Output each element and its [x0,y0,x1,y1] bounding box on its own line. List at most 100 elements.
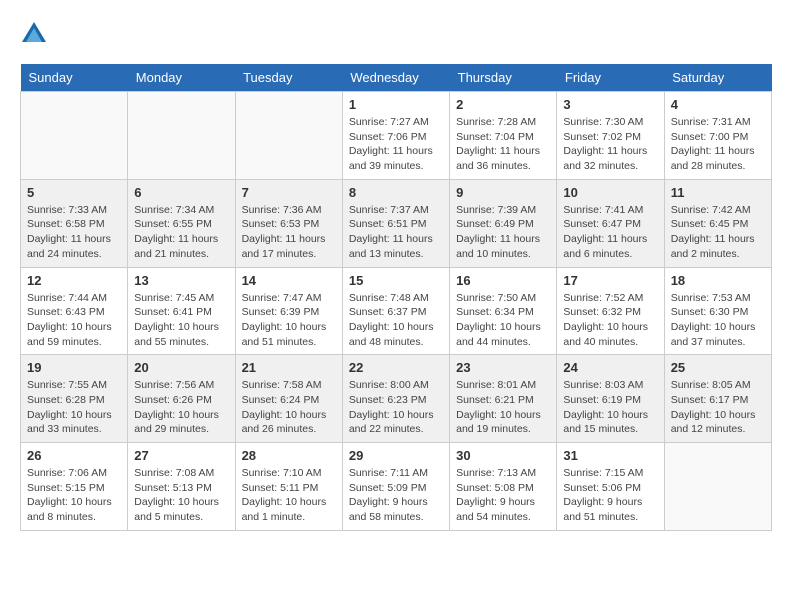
day-cell [235,92,342,180]
day-number: 28 [242,448,336,463]
day-info: Sunrise: 7:33 AM Sunset: 6:58 PM Dayligh… [27,203,121,262]
day-cell: 28 Sunrise: 7:10 AM Sunset: 5:11 PM Dayli… [235,443,342,531]
day-cell: 21 Sunrise: 7:58 AM Sunset: 6:24 PM Dayli… [235,355,342,443]
day-cell: 29 Sunrise: 7:11 AM Sunset: 5:09 PM Dayli… [342,443,449,531]
day-number: 9 [456,185,550,200]
day-number: 4 [671,97,765,112]
day-number: 23 [456,360,550,375]
day-info: Sunrise: 7:58 AM Sunset: 6:24 PM Dayligh… [242,378,336,437]
day-number: 5 [27,185,121,200]
day-number: 17 [563,273,657,288]
day-cell: 19 Sunrise: 7:55 AM Sunset: 6:28 PM Dayli… [21,355,128,443]
day-cell: 2Sunrise: 7:28 AM Sunset: 7:04 PM Daylig… [450,92,557,180]
day-info: Sunrise: 8:01 AM Sunset: 6:21 PM Dayligh… [456,378,550,437]
day-number: 25 [671,360,765,375]
day-cell: 9 Sunrise: 7:39 AM Sunset: 6:49 PM Daylig… [450,179,557,267]
day-info: Sunrise: 7:37 AM Sunset: 6:51 PM Dayligh… [349,203,443,262]
weekday-header-thursday: Thursday [450,64,557,92]
weekday-header-monday: Monday [128,64,235,92]
weekday-header-friday: Friday [557,64,664,92]
day-number: 14 [242,273,336,288]
day-info: Sunrise: 7:28 AM Sunset: 7:04 PM Dayligh… [456,115,550,174]
weekday-header-tuesday: Tuesday [235,64,342,92]
day-info: Sunrise: 7:11 AM Sunset: 5:09 PM Dayligh… [349,466,443,525]
day-cell: 24 Sunrise: 8:03 AM Sunset: 6:19 PM Dayli… [557,355,664,443]
day-info: Sunrise: 7:31 AM Sunset: 7:00 PM Dayligh… [671,115,765,174]
calendar-table: SundayMondayTuesdayWednesdayThursdayFrid… [20,64,772,531]
day-cell: 13 Sunrise: 7:45 AM Sunset: 6:41 PM Dayli… [128,267,235,355]
day-number: 8 [349,185,443,200]
day-info: Sunrise: 7:08 AM Sunset: 5:13 PM Dayligh… [134,466,228,525]
day-cell [21,92,128,180]
day-number: 12 [27,273,121,288]
day-number: 31 [563,448,657,463]
day-cell: 12 Sunrise: 7:44 AM Sunset: 6:43 PM Dayli… [21,267,128,355]
weekday-header-sunday: Sunday [21,64,128,92]
day-info: Sunrise: 7:34 AM Sunset: 6:55 PM Dayligh… [134,203,228,262]
day-number: 21 [242,360,336,375]
day-info: Sunrise: 7:30 AM Sunset: 7:02 PM Dayligh… [563,115,657,174]
day-cell: 7 Sunrise: 7:36 AM Sunset: 6:53 PM Daylig… [235,179,342,267]
day-number: 11 [671,185,765,200]
day-info: Sunrise: 7:47 AM Sunset: 6:39 PM Dayligh… [242,291,336,350]
week-row-5: 26 Sunrise: 7:06 AM Sunset: 5:15 PM Dayli… [21,443,772,531]
day-cell: 10Sunrise: 7:41 AM Sunset: 6:47 PM Dayli… [557,179,664,267]
day-cell: 30Sunrise: 7:13 AM Sunset: 5:08 PM Dayli… [450,443,557,531]
day-cell: 27Sunrise: 7:08 AM Sunset: 5:13 PM Dayli… [128,443,235,531]
day-number: 1 [349,97,443,112]
day-info: Sunrise: 7:13 AM Sunset: 5:08 PM Dayligh… [456,466,550,525]
day-number: 16 [456,273,550,288]
day-info: Sunrise: 7:41 AM Sunset: 6:47 PM Dayligh… [563,203,657,262]
day-info: Sunrise: 7:42 AM Sunset: 6:45 PM Dayligh… [671,203,765,262]
week-row-4: 19 Sunrise: 7:55 AM Sunset: 6:28 PM Dayli… [21,355,772,443]
day-info: Sunrise: 8:00 AM Sunset: 6:23 PM Dayligh… [349,378,443,437]
day-info: Sunrise: 7:56 AM Sunset: 6:26 PM Dayligh… [134,378,228,437]
day-cell: 14 Sunrise: 7:47 AM Sunset: 6:39 PM Dayli… [235,267,342,355]
week-row-3: 12 Sunrise: 7:44 AM Sunset: 6:43 PM Dayli… [21,267,772,355]
day-cell: 1Sunrise: 7:27 AM Sunset: 7:06 PM Daylig… [342,92,449,180]
day-number: 15 [349,273,443,288]
day-cell: 6Sunrise: 7:34 AM Sunset: 6:55 PM Daylig… [128,179,235,267]
day-info: Sunrise: 7:45 AM Sunset: 6:41 PM Dayligh… [134,291,228,350]
day-number: 18 [671,273,765,288]
page-header [20,20,772,48]
day-number: 26 [27,448,121,463]
day-info: Sunrise: 7:52 AM Sunset: 6:32 PM Dayligh… [563,291,657,350]
day-info: Sunrise: 7:55 AM Sunset: 6:28 PM Dayligh… [27,378,121,437]
day-cell: 17 Sunrise: 7:52 AM Sunset: 6:32 PM Dayli… [557,267,664,355]
day-cell [664,443,771,531]
week-row-1: 1Sunrise: 7:27 AM Sunset: 7:06 PM Daylig… [21,92,772,180]
day-number: 19 [27,360,121,375]
day-cell: 25 Sunrise: 8:05 AM Sunset: 6:17 PM Dayli… [664,355,771,443]
day-cell: 23 Sunrise: 8:01 AM Sunset: 6:21 PM Dayli… [450,355,557,443]
day-cell: 11 Sunrise: 7:42 AM Sunset: 6:45 PM Dayli… [664,179,771,267]
day-number: 20 [134,360,228,375]
day-info: Sunrise: 7:06 AM Sunset: 5:15 PM Dayligh… [27,466,121,525]
day-cell: 15 Sunrise: 7:48 AM Sunset: 6:37 PM Dayli… [342,267,449,355]
day-cell: 4 Sunrise: 7:31 AM Sunset: 7:00 PM Daylig… [664,92,771,180]
day-info: Sunrise: 7:48 AM Sunset: 6:37 PM Dayligh… [349,291,443,350]
day-number: 13 [134,273,228,288]
day-info: Sunrise: 8:03 AM Sunset: 6:19 PM Dayligh… [563,378,657,437]
day-info: Sunrise: 7:53 AM Sunset: 6:30 PM Dayligh… [671,291,765,350]
logo [20,20,52,48]
day-info: Sunrise: 7:10 AM Sunset: 5:11 PM Dayligh… [242,466,336,525]
day-number: 29 [349,448,443,463]
day-cell: 8 Sunrise: 7:37 AM Sunset: 6:51 PM Daylig… [342,179,449,267]
day-cell: 26 Sunrise: 7:06 AM Sunset: 5:15 PM Dayli… [21,443,128,531]
day-info: Sunrise: 8:05 AM Sunset: 6:17 PM Dayligh… [671,378,765,437]
day-info: Sunrise: 7:36 AM Sunset: 6:53 PM Dayligh… [242,203,336,262]
day-cell: 31 Sunrise: 7:15 AM Sunset: 5:06 PM Dayli… [557,443,664,531]
day-info: Sunrise: 7:39 AM Sunset: 6:49 PM Dayligh… [456,203,550,262]
weekday-header-wednesday: Wednesday [342,64,449,92]
day-info: Sunrise: 7:15 AM Sunset: 5:06 PM Dayligh… [563,466,657,525]
day-number: 3 [563,97,657,112]
day-cell: 18 Sunrise: 7:53 AM Sunset: 6:30 PM Dayli… [664,267,771,355]
day-cell: 22Sunrise: 8:00 AM Sunset: 6:23 PM Dayli… [342,355,449,443]
day-number: 7 [242,185,336,200]
day-cell [128,92,235,180]
day-info: Sunrise: 7:44 AM Sunset: 6:43 PM Dayligh… [27,291,121,350]
day-cell: 3 Sunrise: 7:30 AM Sunset: 7:02 PM Daylig… [557,92,664,180]
day-info: Sunrise: 7:50 AM Sunset: 6:34 PM Dayligh… [456,291,550,350]
day-number: 24 [563,360,657,375]
